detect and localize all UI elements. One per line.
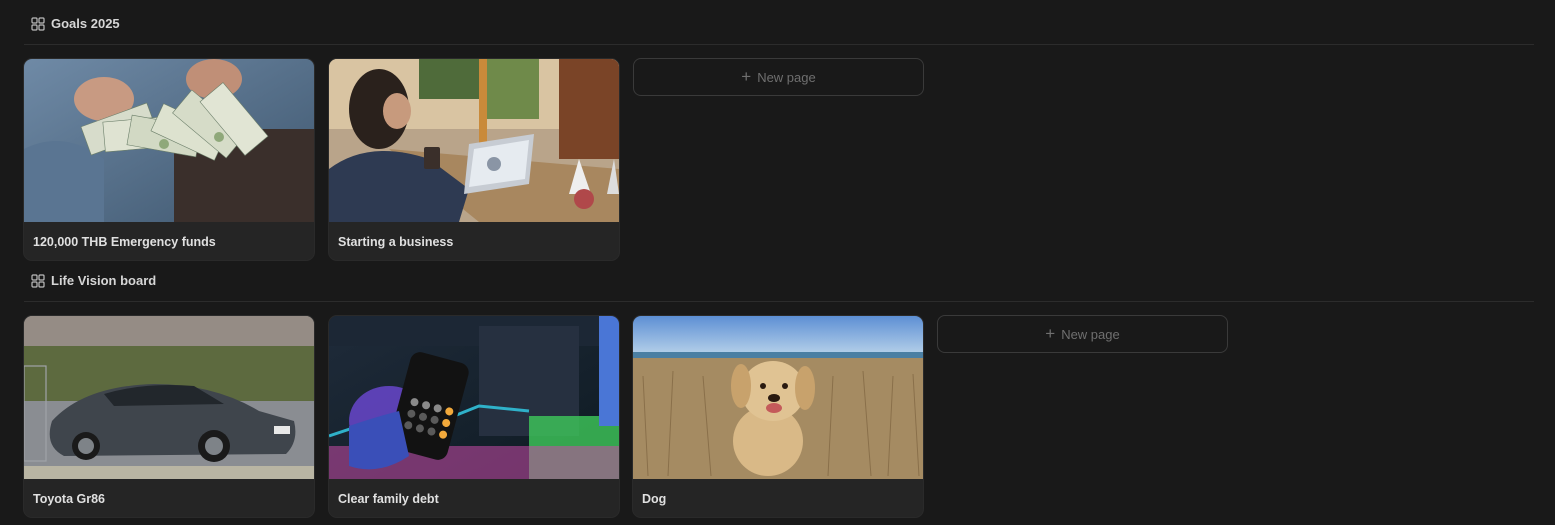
gallery-card-dog[interactable]: Dog: [633, 316, 923, 517]
card-cover-image: [633, 316, 923, 479]
gallery-section-life-vision: Life Vision board Toyota Gr86 Clear fami…: [24, 260, 1534, 517]
card-cover-image: [329, 59, 619, 222]
card-cover-image: [329, 316, 619, 479]
new-page-button[interactable]: + New page: [937, 315, 1228, 353]
gallery-view-icon: [31, 16, 45, 31]
card-cover-image: [24, 59, 314, 222]
card-title: Dog: [642, 492, 667, 506]
gallery-view-icon: [31, 273, 45, 288]
gallery-section-goals: Goals 2025 120,000 THB Emergency funds S…: [24, 3, 1534, 260]
section-header[interactable]: Goals 2025: [24, 3, 1534, 45]
new-page-label: New page: [1061, 326, 1120, 342]
gallery-card-clear-family-debt[interactable]: Clear family debt: [329, 316, 619, 517]
card-cover-image: [24, 316, 314, 479]
card-title: Toyota Gr86: [33, 492, 106, 506]
card-title: Starting a business: [338, 235, 454, 249]
card-title: 120,000 THB Emergency funds: [33, 235, 216, 249]
gallery-card-starting-business[interactable]: Starting a business: [329, 59, 619, 260]
plus-icon: +: [1045, 323, 1056, 343]
new-page-label: New page: [757, 69, 816, 85]
section-title: Life Vision board: [51, 273, 157, 288]
section-title: Goals 2025: [51, 16, 120, 31]
section-header[interactable]: Life Vision board: [24, 260, 1534, 302]
gallery-card-emergency-funds[interactable]: 120,000 THB Emergency funds: [24, 59, 314, 260]
gallery-card-toyota-gr86[interactable]: Toyota Gr86: [24, 316, 314, 517]
card-title: Clear family debt: [338, 492, 439, 506]
new-page-button[interactable]: + New page: [633, 58, 924, 96]
plus-icon: +: [741, 66, 752, 86]
